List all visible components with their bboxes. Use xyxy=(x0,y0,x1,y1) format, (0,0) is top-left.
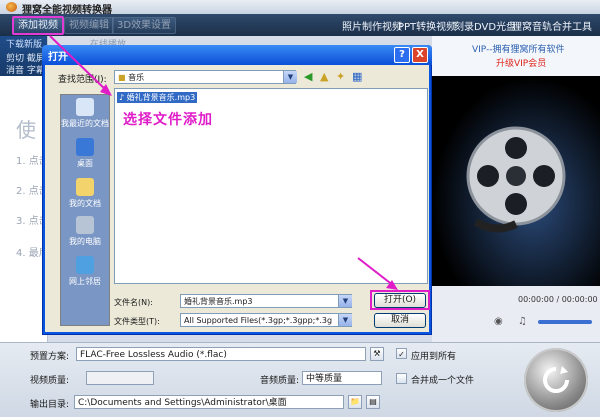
annotation-arrows xyxy=(49,35,398,290)
